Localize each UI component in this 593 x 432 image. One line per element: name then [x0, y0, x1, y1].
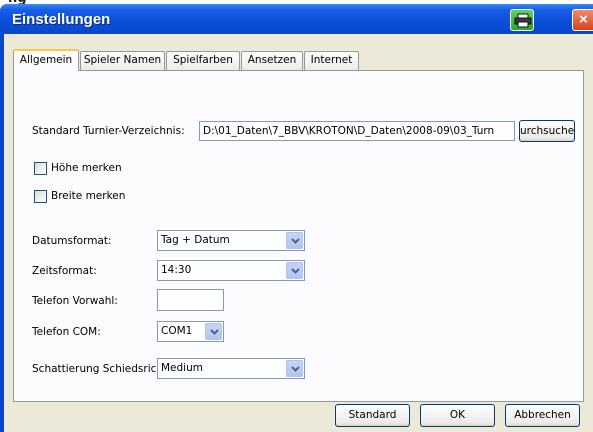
chevron-down-icon[interactable] — [286, 360, 303, 377]
chevron-down-icon[interactable] — [286, 262, 303, 279]
chevron-down-icon[interactable] — [205, 323, 222, 340]
tab-allgemein[interactable]: Allgemein — [13, 49, 79, 71]
close-icon: × — [579, 11, 588, 28]
tab-internet[interactable]: Internet — [304, 51, 359, 70]
tab-spielfarben[interactable]: Spielfarben — [166, 51, 240, 70]
date-format-value: Tag + Datum — [161, 234, 230, 246]
width-checkbox[interactable] — [34, 190, 47, 203]
window-title: Einstellungen — [12, 11, 111, 28]
phone-com-select[interactable]: COM1 — [157, 321, 224, 342]
width-label: Breite merken — [51, 190, 126, 202]
time-format-label: Zeitsformat: — [32, 265, 97, 277]
phone-prefix-input[interactable] — [157, 289, 224, 311]
title-bar[interactable]: Einstellungen × — [0, 4, 593, 34]
tab-spieler-namen[interactable]: Spieler Namen — [80, 51, 165, 70]
time-format-value: 14:30 — [161, 264, 192, 276]
shading-label: Schattierung Schiedsric — [32, 363, 157, 375]
phone-com-value: COM1 — [161, 325, 193, 337]
time-format-select[interactable]: 14:30 — [157, 260, 305, 281]
height-checkbox[interactable] — [34, 162, 47, 175]
phone-prefix-label: Telefon Vorwahl: — [32, 295, 118, 307]
standard-button[interactable]: Standard — [335, 404, 410, 427]
shading-value: Medium — [161, 362, 203, 374]
window-frame: Allgemein Spieler Namen Spielfarben Anse… — [0, 34, 593, 432]
phone-com-label: Telefon COM: — [32, 326, 101, 338]
shading-select[interactable]: Medium — [157, 358, 305, 379]
tab-panel-allgemein: Standard Turnier-Verzeichnis: D:\01_Date… — [13, 70, 584, 402]
height-label: Höhe merken — [51, 162, 122, 174]
browse-button[interactable]: urchsuche — [519, 120, 575, 142]
close-button[interactable]: × — [572, 9, 593, 31]
dialog-client: Allgemein Spieler Namen Spielfarben Anse… — [4, 34, 593, 432]
printer-icon[interactable] — [510, 9, 534, 31]
directory-input[interactable]: D:\01_Daten\7_BBV\KROTON\D_Daten\2008-09… — [199, 121, 515, 141]
date-format-select[interactable]: Tag + Datum — [157, 230, 305, 251]
directory-label: Standard Turnier-Verzeichnis: — [32, 125, 185, 137]
chevron-down-icon[interactable] — [286, 232, 303, 249]
ok-button[interactable]: OK — [420, 404, 495, 427]
cancel-button[interactable]: Abbrechen — [505, 404, 580, 427]
tab-ansetzen[interactable]: Ansetzen — [241, 51, 303, 70]
date-format-label: Datumsformat: — [32, 235, 112, 247]
